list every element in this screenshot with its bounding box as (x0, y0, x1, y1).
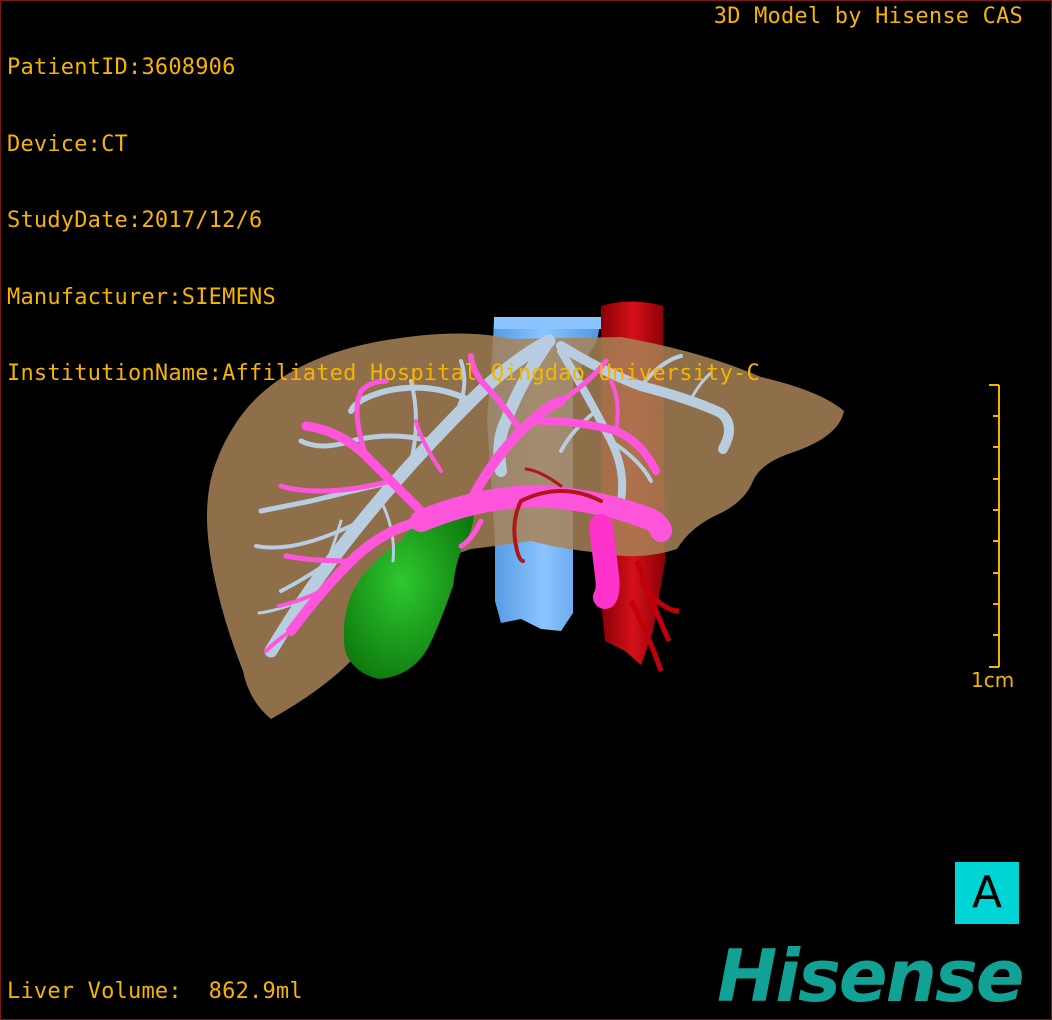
scale-label: 1cm (971, 668, 1015, 692)
liver-volume: Liver Volume: 862.9ml (7, 979, 303, 1004)
manufacturer: Manufacturer:SIEMENS (7, 284, 276, 310)
patient-info: PatientID:3608906 Device:CT StudyDate:20… (7, 4, 760, 438)
institution-name: InstitutionName:Affiliated Hospital Qing… (7, 361, 760, 386)
3d-viewer[interactable]: PatientID:3608906 Device:CT StudyDate:20… (0, 0, 1052, 1020)
scale-bar (989, 384, 1000, 668)
device-type: Device:CT (7, 131, 129, 157)
model-credit: 3D Model by Hisense CAS (713, 4, 1023, 29)
study-date: StudyDate:2017/12/6 (7, 208, 263, 233)
hisense-logo: Hisense (717, 934, 1025, 1018)
orientation-marker[interactable]: A (955, 862, 1019, 924)
patient-id: PatientID:3608906 (7, 55, 236, 80)
